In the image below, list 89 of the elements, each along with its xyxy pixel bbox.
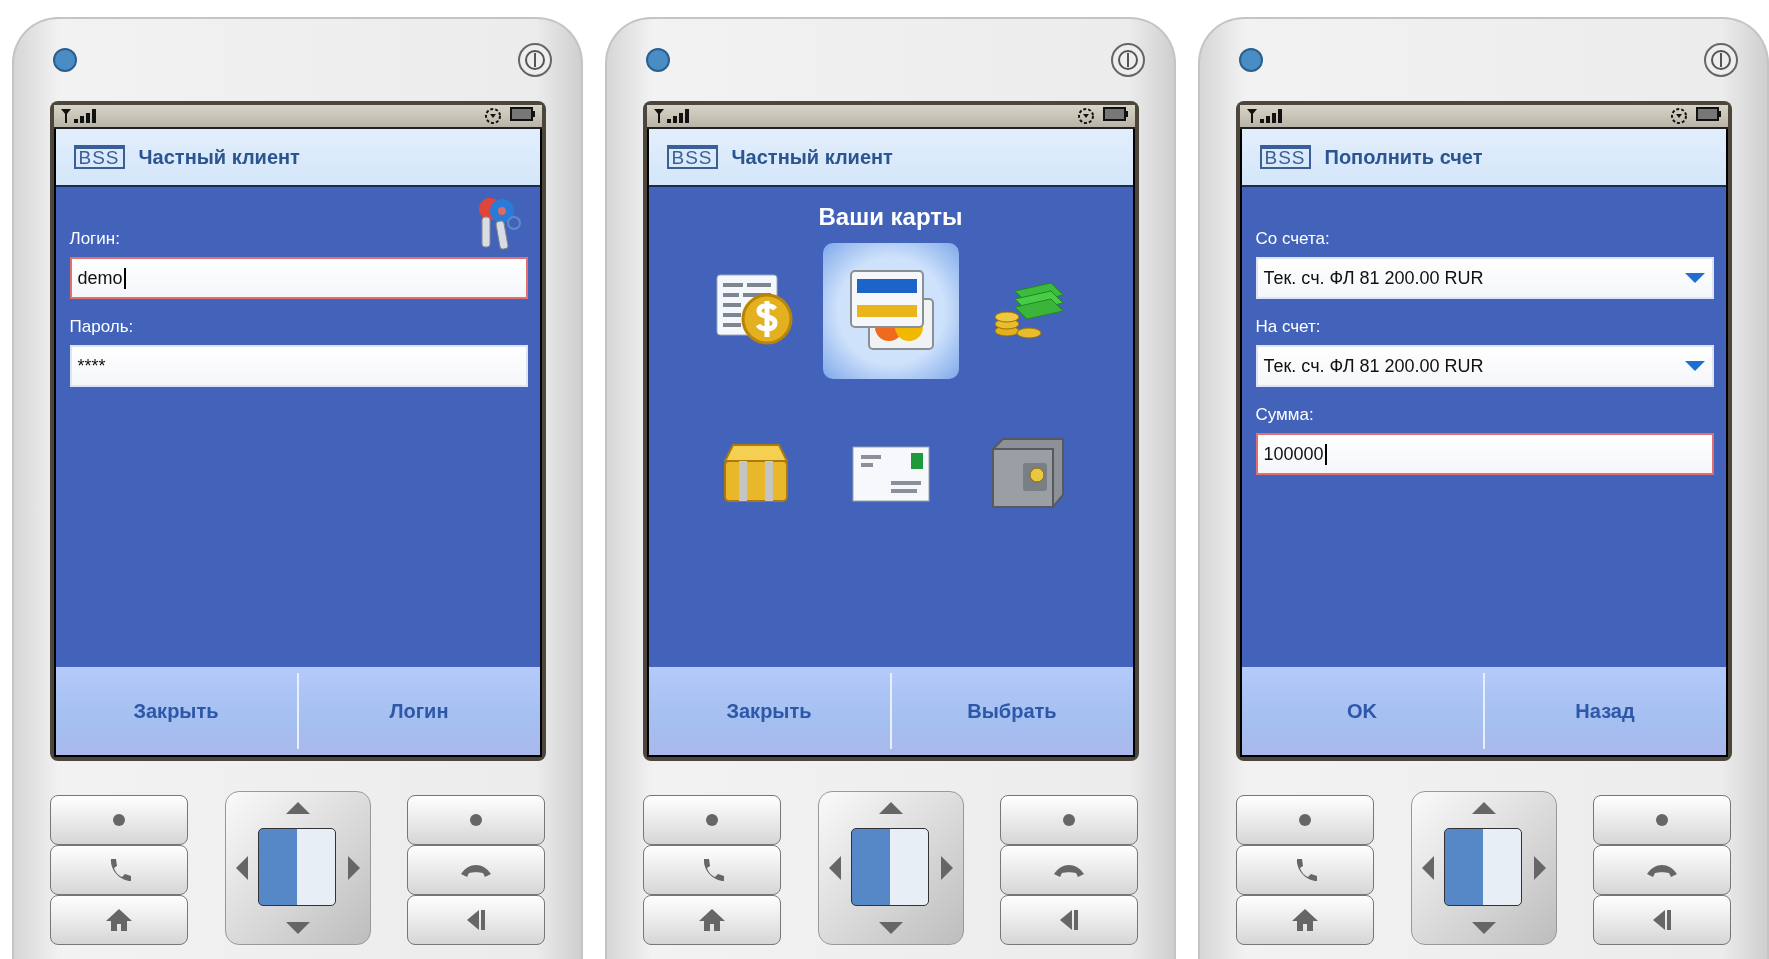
end-call-button[interactable] <box>407 845 545 895</box>
home-icon <box>104 907 134 933</box>
led-icon <box>645 47 671 73</box>
home-button[interactable] <box>50 895 188 945</box>
caret-up-icon <box>1471 802 1496 814</box>
softkey-dot-button[interactable] <box>1000 795 1138 845</box>
dropdown-arrow-icon <box>1683 272 1706 284</box>
softkey-dot-button[interactable] <box>1236 795 1374 845</box>
bss-logo: BSS <box>666 145 718 169</box>
account-dropdown[interactable]: Тек. сч. ФЛ 81 200.00 RUR <box>1255 345 1714 387</box>
field-label: На счет: <box>1255 317 1322 337</box>
battery-icon <box>1695 107 1722 121</box>
caret-right-icon <box>347 856 360 880</box>
menu-tile[interactable] <box>822 243 959 379</box>
softkey-button[interactable]: Логин <box>298 667 540 755</box>
hang-up-icon <box>1052 862 1086 878</box>
navigation-pad[interactable] <box>224 791 371 945</box>
dot-icon <box>705 813 719 827</box>
field-label: Логин: <box>69 229 121 249</box>
dot-icon <box>112 813 126 827</box>
navigation-pad[interactable] <box>1410 791 1557 945</box>
select-button[interactable] <box>1443 828 1522 906</box>
text-field[interactable]: demo <box>69 257 528 299</box>
hang-up-icon <box>1645 862 1679 878</box>
gear-icon <box>1669 107 1688 125</box>
dot-icon <box>1298 813 1312 827</box>
softkey-dot-button[interactable] <box>643 795 781 845</box>
battery-icon <box>1102 107 1129 121</box>
back-icon <box>1651 908 1673 932</box>
gear-icon <box>1076 107 1095 125</box>
back-button[interactable] <box>407 895 545 945</box>
text-field[interactable]: **** <box>69 345 528 387</box>
softkey-dot-button[interactable] <box>1593 795 1731 845</box>
caret-down-icon <box>878 922 903 934</box>
select-button[interactable] <box>257 828 336 906</box>
text-field[interactable]: 100000 <box>1255 433 1714 475</box>
account-dropdown[interactable]: Тек. сч. ФЛ 81 200.00 RUR <box>1255 257 1714 299</box>
softkey-button[interactable]: OK <box>1241 667 1483 755</box>
menu-heading: Ваши карты <box>818 203 963 231</box>
battery-icon <box>509 107 536 121</box>
home-icon <box>1290 907 1320 933</box>
power-icon[interactable] <box>517 42 553 78</box>
caret-down-icon <box>285 922 310 934</box>
bss-logo: BSS <box>73 145 125 169</box>
dropdown-arrow-icon <box>1683 360 1706 372</box>
home-icon <box>697 907 727 933</box>
caret-up-icon <box>878 802 903 814</box>
call-button[interactable] <box>643 845 781 895</box>
caret-up-icon <box>285 802 310 814</box>
led-icon <box>1238 47 1264 73</box>
home-button[interactable] <box>1236 895 1374 945</box>
power-icon[interactable] <box>1703 42 1739 78</box>
end-call-button[interactable] <box>1000 845 1138 895</box>
dot-icon <box>1062 813 1076 827</box>
softkey-button[interactable]: Закрыть <box>55 667 297 755</box>
caret-left-icon <box>235 856 248 880</box>
caret-right-icon <box>940 856 953 880</box>
field-label: Со счета: <box>1255 229 1331 249</box>
screen-title: Пополнить счет <box>1324 145 1483 169</box>
back-icon <box>465 908 487 932</box>
field-label: Пароль: <box>69 317 135 337</box>
softkey-button[interactable]: Выбрать <box>891 667 1133 755</box>
field-label: Сумма: <box>1255 405 1315 425</box>
hang-up-icon <box>459 862 493 878</box>
power-icon[interactable] <box>1110 42 1146 78</box>
caret-right-icon <box>1533 856 1546 880</box>
end-call-button[interactable] <box>1593 845 1731 895</box>
caret-left-icon <box>1421 856 1434 880</box>
call-button[interactable] <box>1236 845 1374 895</box>
softkey-dot-button[interactable] <box>50 795 188 845</box>
dot-icon <box>469 813 483 827</box>
screen-title: Частный клиент <box>731 145 893 169</box>
navigation-pad[interactable] <box>817 791 964 945</box>
caret-left-icon <box>828 856 841 880</box>
softkey-button[interactable]: Закрыть <box>648 667 890 755</box>
home-button[interactable] <box>643 895 781 945</box>
call-button[interactable] <box>50 845 188 895</box>
bss-logo: BSS <box>1259 145 1311 169</box>
back-button[interactable] <box>1593 895 1731 945</box>
softkey-button[interactable]: Назад <box>1484 667 1726 755</box>
caret-down-icon <box>1471 922 1496 934</box>
gear-icon <box>483 107 502 125</box>
softkey-dot-button[interactable] <box>407 795 545 845</box>
led-icon <box>52 47 78 73</box>
back-button[interactable] <box>1000 895 1138 945</box>
dot-icon <box>1655 813 1669 827</box>
select-button[interactable] <box>850 828 929 906</box>
screen-title: Частный клиент <box>138 145 300 169</box>
back-icon <box>1058 908 1080 932</box>
